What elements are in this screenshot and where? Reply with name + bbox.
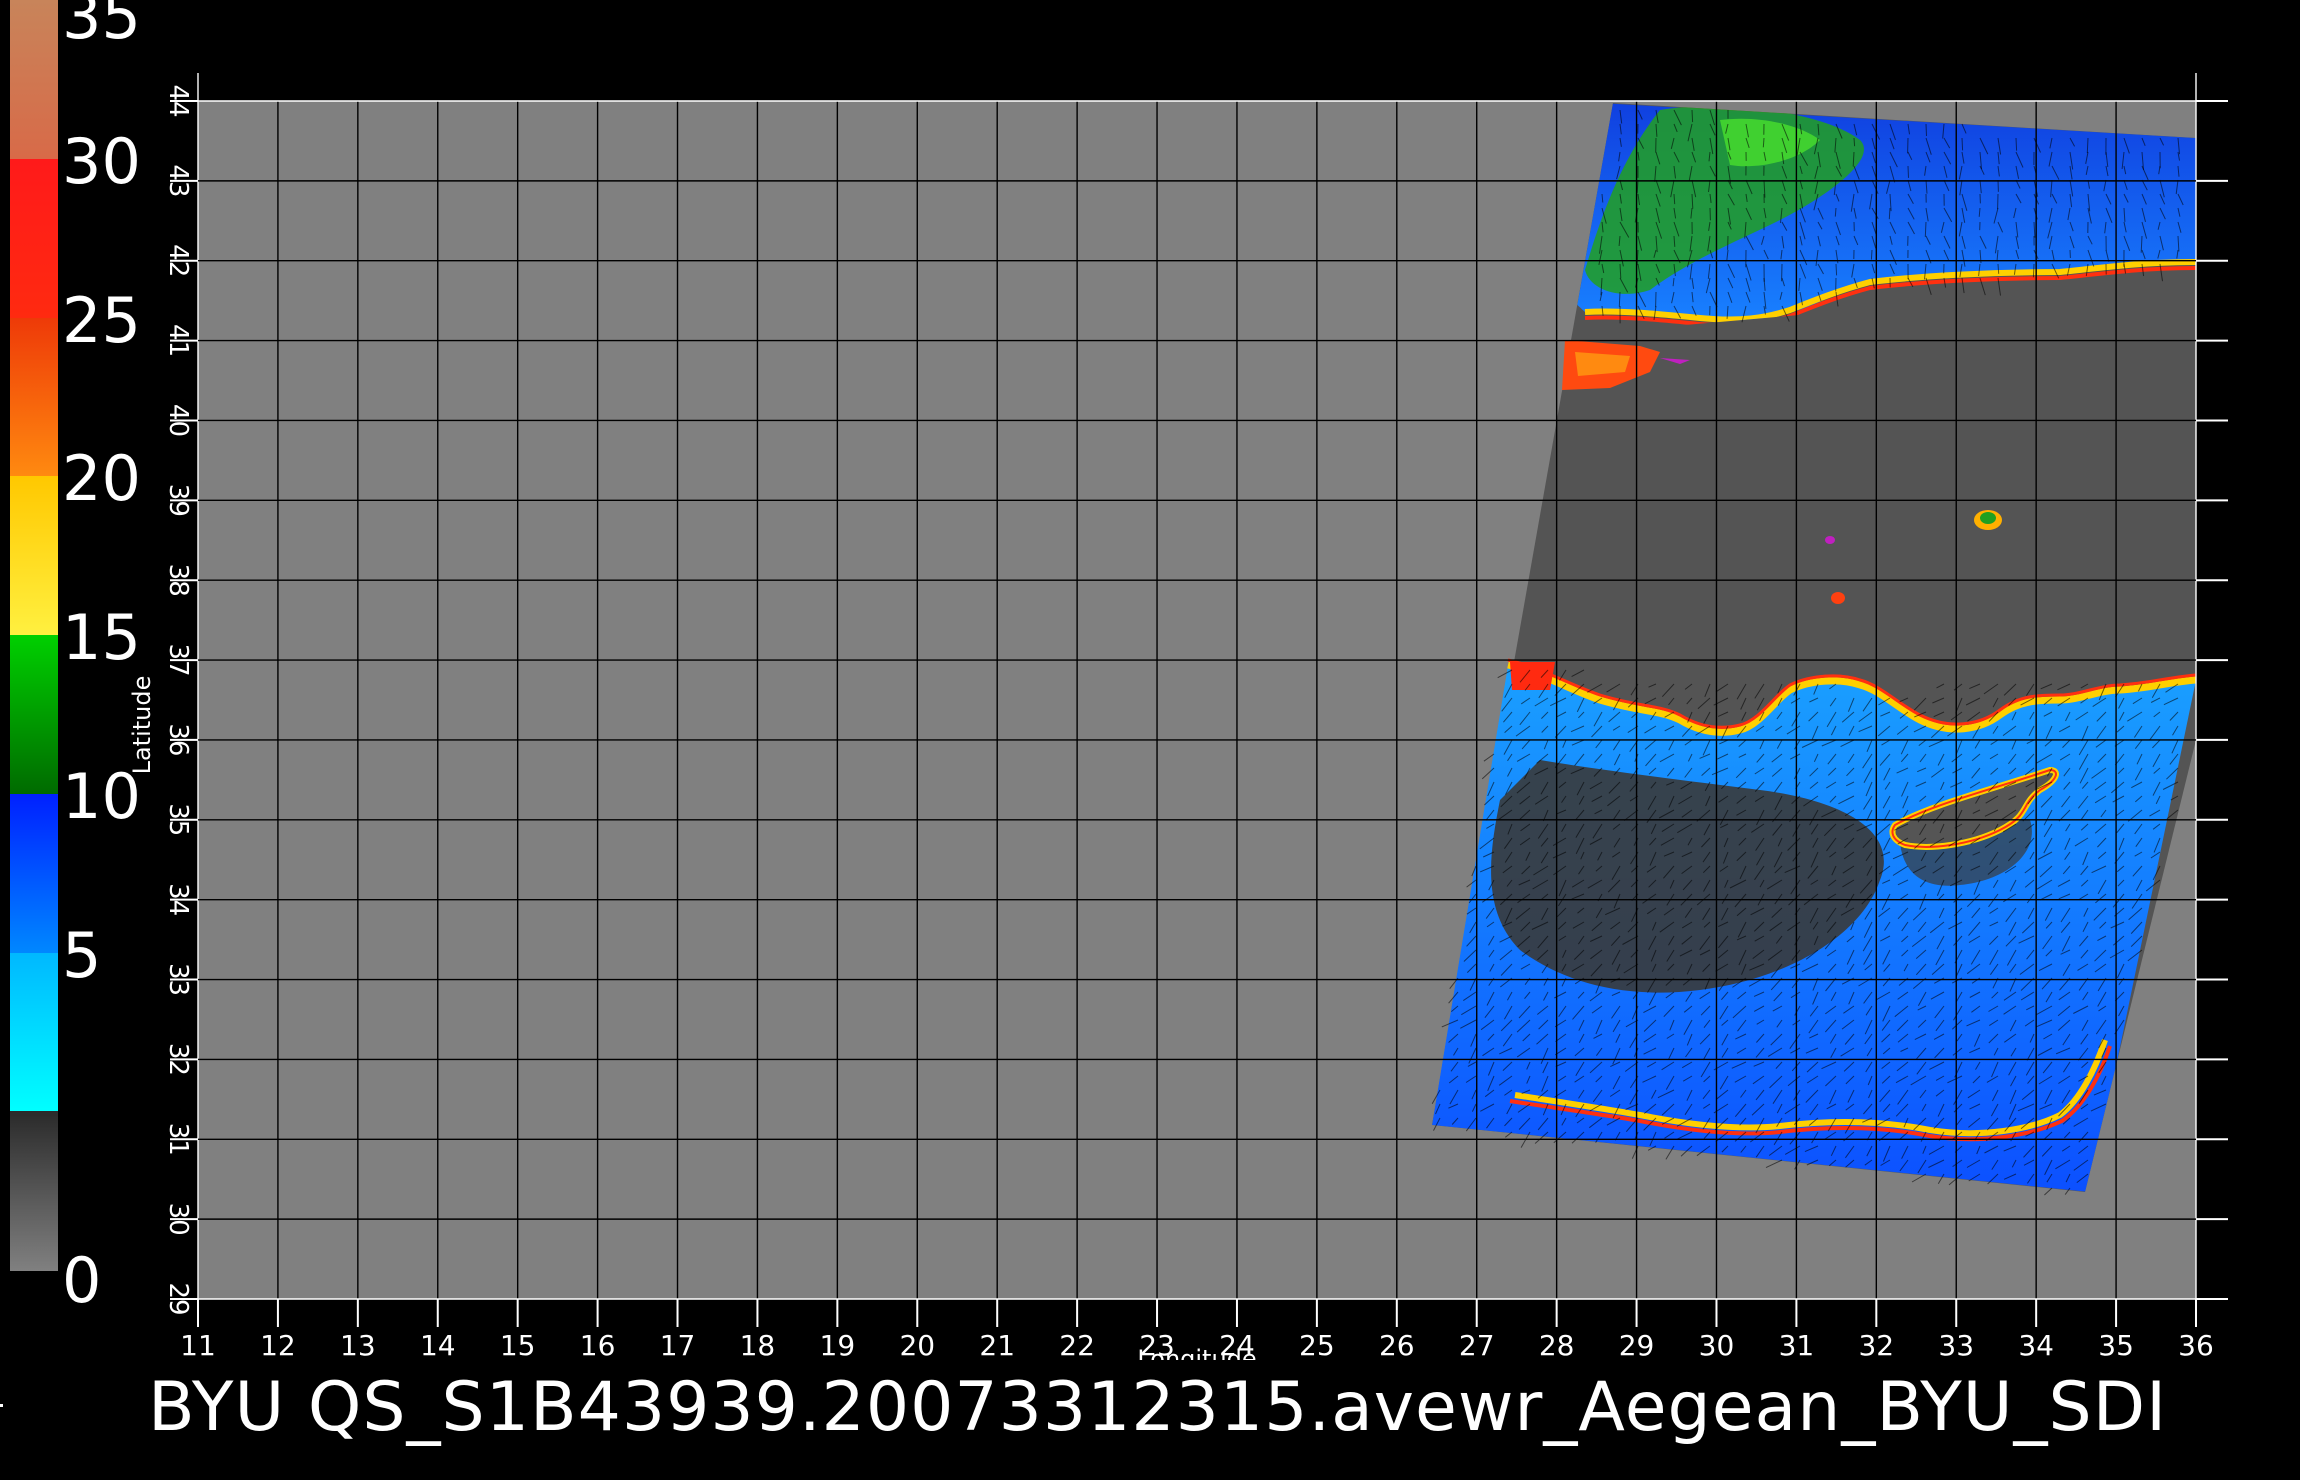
wind-vector [1888, 207, 1891, 220]
wind-vector [2032, 263, 2035, 278]
longitude-tick-label: 29 [1619, 1329, 1655, 1360]
longitude-tick-label: 12 [260, 1329, 296, 1360]
longitude-tick-label: 13 [340, 1329, 376, 1360]
wind-vector [1691, 109, 1694, 123]
longitude-tick-label: 26 [1379, 1329, 1415, 1360]
latitude-tick-label: 40 [163, 404, 193, 437]
longitude-tick-label: 16 [580, 1329, 616, 1360]
latitude-tick-label: 44 [163, 84, 193, 117]
wind-vector [1618, 291, 1621, 307]
longitude-tick-label: 14 [420, 1329, 456, 1360]
longitude-tick-label: 30 [1699, 1329, 1735, 1360]
longitude-tick-label: 17 [660, 1329, 696, 1360]
margin-mark [0, 1404, 3, 1407]
wind-vector [2086, 137, 2089, 154]
wind-vector [1870, 249, 1873, 260]
longitude-tick-label: 28 [1539, 1329, 1575, 1360]
longitude-tick-label: 25 [1299, 1329, 1335, 1360]
longitude-tick-label: 15 [500, 1329, 536, 1360]
wind-map-figure: 35 30 25 20 15 10 5 0 11 12 13 14 15 16 … [0, 0, 2300, 1480]
longitude-tick-label: 19 [820, 1329, 856, 1360]
latitude-tick-label: 39 [163, 484, 193, 517]
latitude-tick-label: 36 [163, 723, 193, 756]
latitude-tick-label: 38 [163, 564, 193, 597]
longitude-tick-label: 36 [2178, 1329, 2214, 1360]
wind-vector [1997, 263, 2000, 274]
wind-vector [1853, 137, 1856, 147]
latitude-tick-label: 37 [163, 644, 193, 677]
wind-vector [1924, 221, 1927, 237]
latitude-tick-label: 32 [163, 1043, 193, 1076]
wind-vector [1961, 137, 1964, 151]
wind-vector [1925, 123, 1927, 137]
latitude-tick-labels: 29 30 31 32 33 34 35 36 37 38 39 40 41 42 43 44 [163, 84, 193, 1315]
longitude-tick-label: 34 [2018, 1329, 2054, 1360]
longitude-tick-label: 31 [1779, 1329, 1815, 1360]
latitude-tick-label: 29 [163, 1282, 193, 1315]
wind-vector [1835, 263, 1838, 276]
latitude-tick-label: 42 [163, 244, 193, 277]
longitude-tick-label: 32 [1858, 1329, 1894, 1360]
longitude-tick-label: 11 [180, 1329, 216, 1360]
latitude-tick-label: 43 [163, 164, 193, 197]
longitude-tick-label: 27 [1459, 1329, 1495, 1360]
latitude-tick-label: 31 [163, 1123, 193, 1156]
wind-vector [1834, 207, 1837, 217]
latitude-tick-label: 35 [163, 803, 193, 836]
product-title: BYU QS_S1B43939.20073312315.avewr_Aegean… [148, 1368, 2168, 1447]
latitude-tick-label: 34 [163, 883, 193, 916]
wind-vector [1762, 137, 1765, 148]
wind-vector [1907, 165, 1909, 178]
longitude-tick-label: 35 [2098, 1329, 2134, 1360]
y-axis-title: Latitude [128, 676, 156, 775]
latitude-tick-label: 33 [163, 963, 193, 996]
longitude-tick-label: 33 [1938, 1329, 1974, 1360]
longitude-tick-label: 21 [979, 1329, 1015, 1360]
longitude-tick-label: 22 [1059, 1329, 1095, 1360]
latitude-tick-label: 30 [163, 1203, 193, 1236]
x-axis-title: Longitude [1137, 1345, 1256, 1360]
wind-vector [2015, 137, 2018, 151]
wind-vector [1673, 193, 1676, 205]
longitude-tick-label: 18 [740, 1329, 776, 1360]
longitude-tick-label: 20 [899, 1329, 935, 1360]
map-plot: 11 12 13 14 15 16 17 18 19 20 21 22 23 24 25 26 27 28 29 30… [128, 73, 2228, 1360]
latitude-tick-label: 41 [163, 324, 193, 357]
